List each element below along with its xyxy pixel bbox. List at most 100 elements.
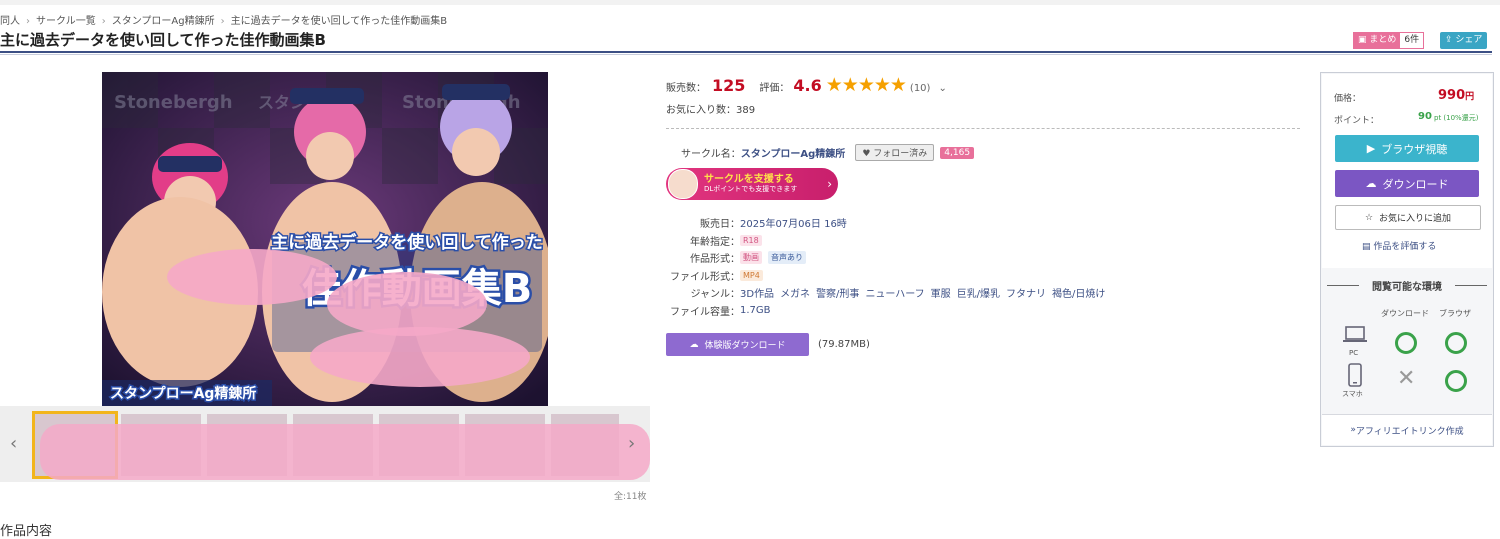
price-label: 価格： (1334, 94, 1362, 104)
cloud-download-icon: ☁ (689, 339, 699, 350)
heart-icon: ♥ (862, 149, 871, 159)
smartphone-icon (1348, 363, 1362, 387)
point-note: pt (10%還元) (1434, 114, 1479, 122)
genre-link[interactable]: メガネ (780, 285, 810, 300)
download-label: ダウンロード (1382, 177, 1449, 191)
genre-link[interactable]: 軍服 (931, 285, 951, 300)
star-rating-icon: ★★★★★ (825, 74, 907, 96)
spec-label: ジャンル： (690, 289, 741, 301)
spec-label: 作品形式： (690, 254, 740, 266)
env-col-download: ダウンロード (1381, 309, 1429, 318)
price-value: 990円 (1438, 88, 1474, 103)
sales-value: 125 (712, 76, 746, 95)
image-count: 全:11枚 (614, 492, 647, 502)
genre-link[interactable]: 警察/刑事 (816, 285, 859, 300)
rate-work-label: 作品を評価する (1373, 242, 1437, 252)
play-icon: ▶ (1366, 142, 1376, 155)
chevron-down-icon[interactable]: ⌄ (938, 83, 946, 94)
genre-link[interactable]: 巨乳/爆乳 (957, 285, 1000, 300)
point-value: 90 (1418, 111, 1432, 122)
section-heading: 作品内容 (0, 524, 53, 539)
follow-label: フォロー済み (873, 149, 928, 159)
breadcrumb-item[interactable]: スタンプローAg精錬所 (112, 12, 215, 27)
support-subtitle: DLポイントでも支援できます (704, 185, 798, 193)
matome-label: まとめ (1369, 35, 1397, 45)
breadcrumb-item[interactable]: 同人 (0, 12, 20, 27)
filetype-tag[interactable]: MP4 (740, 269, 763, 281)
genre-list: 3D作品 メガネ 警察/刑事 ニューハーフ 軍服 巨乳/爆乳 フタナリ 褐色/日… (740, 285, 1105, 300)
follow-button[interactable]: ♥ フォロー済み (855, 144, 935, 161)
available-icon (1445, 332, 1467, 354)
chevron-right-icon: › (26, 16, 30, 27)
spec-label: ファイル容量： (670, 306, 740, 318)
age-rating-tag[interactable]: R18 (740, 234, 762, 246)
format-tag[interactable]: 音声あり (768, 251, 806, 265)
unavailable-icon: ✕ (1397, 366, 1416, 391)
genre-link[interactable]: ニューハーフ (865, 285, 924, 300)
artwork-subtitle: 主に過去データを使い回して作った (271, 232, 543, 253)
genre-link[interactable]: 3D作品 (740, 285, 774, 300)
support-circle-button[interactable]: サークルを支援する DLポイントでも支援できます › (666, 168, 838, 200)
artwork-circle-name: スタンプローAg精錬所 (110, 385, 256, 402)
avatar (668, 169, 698, 199)
circle-label: サークル名： (681, 149, 741, 160)
breadcrumb-item: 主に過去データを使い回して作った佳作動画集B (230, 16, 448, 27)
add-favorite-label: お気に入りに追加 (1379, 214, 1452, 224)
env-heading: 閲覧可能な環境 (1327, 278, 1487, 293)
price-unit: 円 (1465, 92, 1475, 102)
spec-table: 販売日： 2025年07月06日 16時 年齢指定： R18 作品形式： 動画 音声あり… (666, 214, 1105, 319)
sales-rating-row: 販売数： 125 評価： 4.6 ★★★★★ (10) ⌄ (666, 74, 947, 96)
document-icon: ▤ (1362, 242, 1374, 252)
main-product-image[interactable]: Stonebergh Stonebergh スタンプロー 主に過去データを使い回… (102, 72, 548, 406)
price-box: 価格： 990円 ポイント： 90 pt (10%還元) ▶ ブラウザ視聴 ☁ ダウ… (1322, 74, 1492, 268)
share-icon: ⇪ (1445, 35, 1456, 45)
support-title: サークルを支援する (704, 174, 794, 185)
available-icon (1445, 370, 1467, 392)
share-button[interactable]: ⇪ シェア (1440, 32, 1488, 49)
share-label: シェア (1455, 35, 1483, 45)
watermark-text: Stonebergh (114, 92, 233, 113)
star-icon: ☆ (1364, 212, 1374, 223)
rating-count: (10) (909, 83, 931, 94)
chevron-right-icon: › (827, 177, 832, 191)
rate-work-link[interactable]: ▤ 作品を評価する (1362, 239, 1436, 252)
rating-value: 4.6 (793, 76, 822, 95)
add-favorite-button[interactable]: ☆ お気に入りに追加 (1335, 205, 1481, 230)
genre-link[interactable]: フタナリ (1006, 285, 1046, 300)
download-button[interactable]: ☁ ダウンロード (1335, 170, 1479, 197)
spec-label: 販売日： (700, 219, 740, 231)
affiliate-link[interactable]: » アフィリエイトリンク作成 (1322, 414, 1492, 445)
censor-overlay (40, 424, 650, 480)
browser-view-button[interactable]: ▶ ブラウザ視聴 (1335, 135, 1479, 162)
format-tag[interactable]: 動画 (740, 251, 762, 265)
matome-button[interactable]: ▣ まとめ 6件 (1353, 32, 1425, 49)
release-date-link[interactable]: 2025年07月06日 16時 (740, 215, 847, 230)
trial-size: (79.87MB) (818, 339, 870, 350)
browser-view-label: ブラウザ視聴 (1381, 142, 1448, 156)
divider (0, 54, 1492, 55)
genre-link[interactable]: 褐色/日焼け (1052, 285, 1105, 300)
available-icon (1395, 332, 1417, 354)
trial-download-button[interactable]: ☁ 体験版ダウンロード (666, 333, 809, 356)
affiliate-label: アフィリエイトリンク作成 (1355, 426, 1464, 437)
pc-icon (1343, 326, 1367, 342)
page-title: 主に過去データを使い回して作った佳作動画集B (0, 31, 326, 49)
divider (666, 128, 1300, 129)
spec-label: ファイル形式： (670, 271, 740, 283)
purchase-panel: 価格： 990円 ポイント： 90 pt (10%還元) ▶ ブラウザ視聴 ☁ ダウ… (1320, 72, 1494, 447)
chevron-right-icon: › (220, 16, 225, 27)
bookmark-icon: ▣ (1358, 35, 1370, 45)
file-size: 1.7GB (740, 304, 771, 316)
cloud-download-icon: ☁ (1365, 177, 1377, 190)
breadcrumb-item[interactable]: サークル一覧 (36, 12, 96, 27)
divider (0, 51, 1492, 53)
chevron-left-icon[interactable]: ‹ (10, 433, 17, 454)
circle-name-link[interactable]: スタンプローAg精錬所 (741, 145, 846, 160)
device-label: スマホ (1342, 390, 1363, 398)
thumbnail-strip (0, 406, 650, 482)
breadcrumb: 同人 › サークル一覧 › スタンプローAg精錬所 › 主に過去データを使い回して作った佳作… (0, 12, 447, 27)
chevron-right-icon[interactable]: › (628, 433, 635, 454)
favorites-count: お気に入り数：389 (666, 105, 756, 116)
device-label: PC (1349, 349, 1359, 357)
sales-label: 販売数： (666, 83, 706, 94)
